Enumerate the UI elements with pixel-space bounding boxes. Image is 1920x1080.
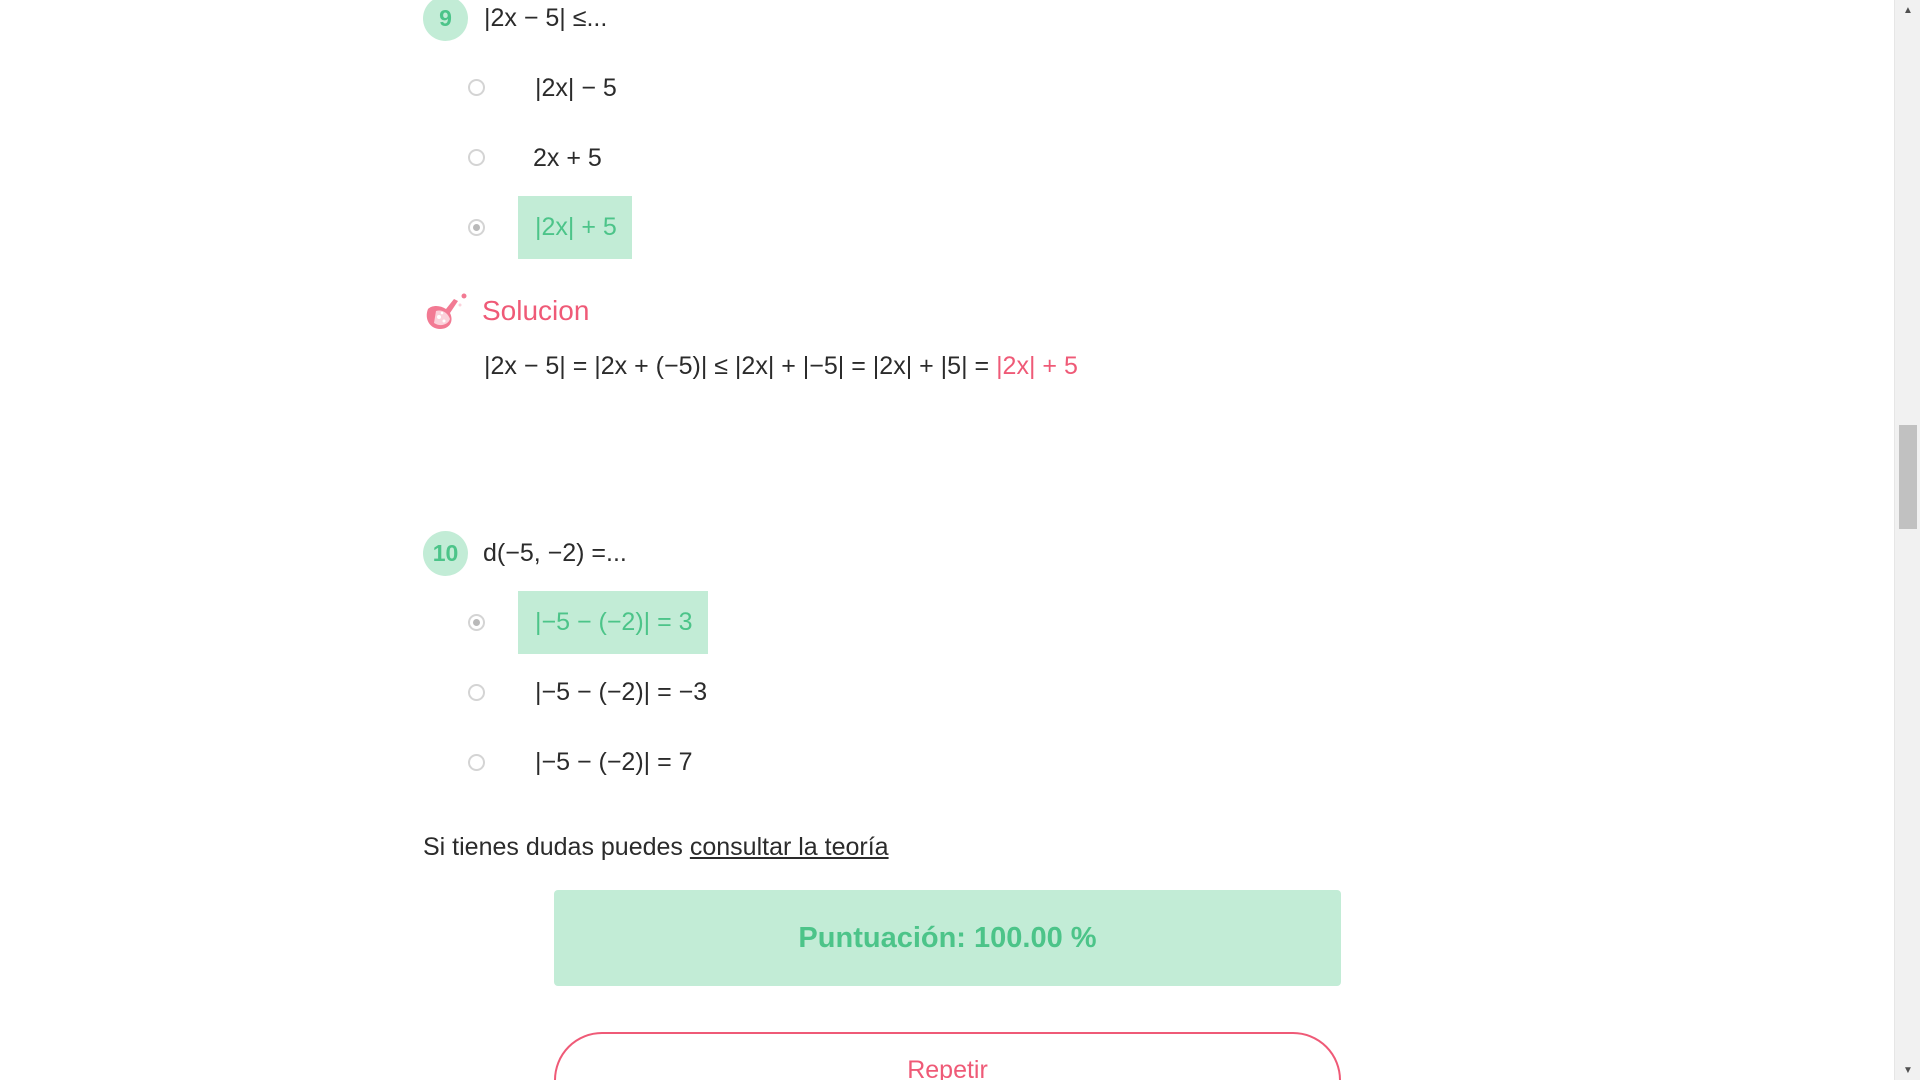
question-10-option-3-radio[interactable] [468, 754, 485, 771]
question-9-option-3-radio[interactable] [468, 219, 485, 236]
solution-equation: |2x − 5| = |2x + (−5)| ≤ |2x| + |−5| = |… [484, 352, 997, 380]
question-9-option-1[interactable]: |2x| − 5 [518, 57, 632, 120]
question-9-text: |2x − 5| ≤... [484, 4, 608, 32]
question-10-option-1-correct[interactable]: |−5 − (−2)| = 3 [518, 591, 708, 654]
question-10-number: 10 [423, 531, 468, 576]
question-9-option-1-radio[interactable] [468, 79, 485, 96]
solution-result: |2x| + 5 [996, 352, 1078, 380]
question-10-option-2[interactable]: |−5 − (−2)| = −3 [518, 661, 722, 724]
question-9-option-3-correct[interactable]: |2x| + 5 [518, 196, 632, 259]
question-10-text: d(−5, −2) =... [483, 539, 627, 567]
question-10-option-3[interactable]: |−5 − (−2)| = 7 [518, 731, 708, 794]
scrollbar-thumb[interactable] [1899, 425, 1917, 529]
quiz-page: 9 |2x − 5| ≤... |2x| − 5 2x + 5 |2x| + 5… [0, 0, 1920, 1080]
flask-icon [422, 293, 470, 333]
scroll-up-icon[interactable]: ▲ [1895, 2, 1920, 18]
theory-link[interactable]: consultar la teoría [690, 833, 889, 861]
score-banner: Puntuación: 100.00 % [554, 890, 1341, 986]
question-10-option-1-radio[interactable] [468, 614, 485, 631]
vertical-scrollbar[interactable]: ▲ ▼ [1894, 0, 1920, 1080]
question-10-option-2-radio[interactable] [468, 684, 485, 701]
help-prefix: Si tienes dudas puedes [423, 833, 690, 861]
question-9-number: 9 [423, 0, 468, 41]
question-9-option-2[interactable]: 2x + 5 [516, 127, 617, 190]
scroll-down-icon[interactable]: ▼ [1895, 1062, 1920, 1078]
question-9-option-2-radio[interactable] [468, 149, 485, 166]
repeat-button[interactable]: Repetir [554, 1032, 1341, 1080]
help-text: Si tienes dudas puedes consultar la teor… [423, 833, 889, 862]
solution-text: |2x − 5| = |2x + (−5)| ≤ |2x| + |−5| = |… [484, 352, 1078, 381]
solution-title: Solucion [482, 295, 590, 326]
